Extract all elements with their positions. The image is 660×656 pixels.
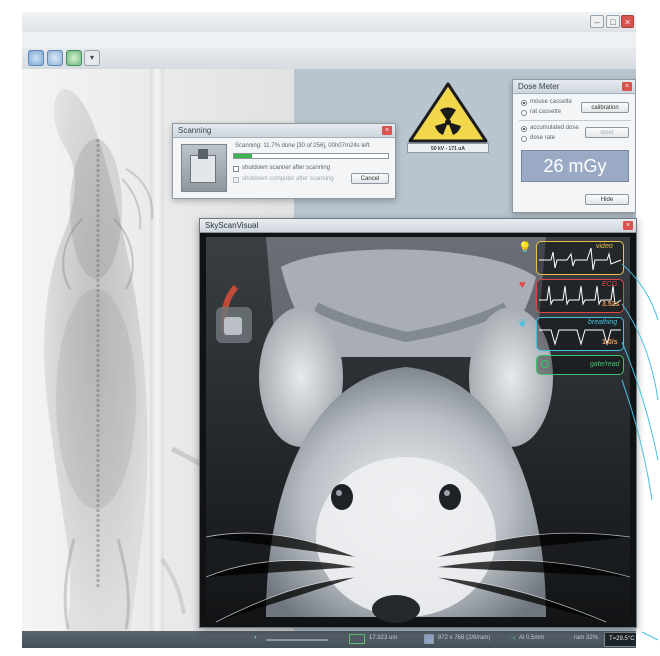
lungs-icon: ❦ (518, 318, 528, 330)
breathing-trace-label: breathing (588, 319, 618, 326)
viewer-title: SkyScanVisual (200, 219, 636, 233)
tube-settings-label: 50 kV - 171 uA (407, 143, 489, 153)
menu-bar (22, 32, 636, 48)
rat-cassette-label: rat cassette (530, 109, 562, 115)
cancel-button[interactable]: Cancel (351, 173, 389, 184)
scan-progress-dialog: Scanning × Scanning: 11.7% done [30 of 2… (172, 123, 396, 199)
radiation-hazard-icon (408, 82, 488, 143)
shutdown-scanner-checkbox[interactable] (233, 166, 239, 172)
scan-icon[interactable] (66, 50, 82, 66)
dialog-close-icon[interactable]: × (382, 126, 392, 135)
rat-cassette-radio[interactable] (521, 110, 527, 116)
maximize-button[interactable]: □ (606, 15, 620, 28)
dose-meter-dialog: Dose Meter × mouse cassette rat cassette… (512, 79, 636, 213)
matrix-icon (424, 634, 434, 644)
scan-progress-text: Scanning: 11.7% done [30 of 256], 00h07m… (235, 143, 370, 149)
connect-icon[interactable] (28, 50, 44, 66)
dialog-close-icon[interactable]: × (622, 82, 632, 91)
mouse-cassette-radio[interactable] (521, 100, 527, 106)
gate-status-icon (541, 360, 549, 368)
scan-progress-fill (234, 154, 253, 158)
close-button[interactable]: × (621, 15, 634, 28)
dialog-title: Dose Meter (513, 80, 635, 94)
minimize-button[interactable]: – (590, 15, 604, 28)
toolbar: ▾ (22, 47, 636, 70)
dropdown-chevron-icon[interactable]: ▾ (84, 50, 100, 66)
accumulated-dose-radio[interactable] (521, 126, 527, 132)
status-bar: ◐ 17.923 um 972 x 768 (2/8/ram) ⊣ Al 0.5… (22, 631, 636, 648)
mouse-video-feed: 💡 video ♥ ECG 3.52s ❦ breathing 1.0/s ga… (206, 237, 630, 623)
title-bar: – □ × (22, 12, 636, 33)
calibration-button[interactable]: calibration (581, 102, 629, 113)
gate-trace-label: gate/read (590, 361, 620, 368)
dialog-title: Scanning (173, 124, 395, 138)
ram-text: ram 32% (574, 635, 599, 641)
filter-text: Al 0.5mm (519, 635, 545, 641)
temperature-readout: T=29.5°C (604, 632, 636, 647)
zoom-slider[interactable] (266, 639, 328, 641)
zoom-icon[interactable]: ◐ (254, 635, 258, 641)
bulb-icon: 💡 (518, 242, 532, 254)
accumulated-dose-label: accumulated dose (530, 125, 579, 131)
scanner-thumbnail (181, 144, 227, 192)
hide-button[interactable]: Hide (585, 194, 629, 205)
video-trace-label: video (596, 243, 613, 250)
dose-rate-radio[interactable] (521, 136, 527, 142)
shutdown-scanner-label: shutdown scanner after scanning (242, 165, 331, 171)
heart-icon: ♥ (519, 279, 526, 291)
pixel-size-icon (349, 634, 365, 644)
dose-readout: 26 mGy (521, 150, 629, 182)
dose-rate-label: dose rate (530, 135, 556, 141)
mouse-cassette-label: mouse cassette (530, 99, 573, 105)
camera-icon[interactable] (47, 50, 63, 66)
matrix-text: 972 x 768 (2/8/ram) (438, 635, 491, 641)
video-viewer-window: SkyScanVisual × 💡 video ♥ ECG 3.52s ❦ br… (199, 218, 637, 628)
shutdown-computer-checkbox[interactable] (233, 177, 239, 183)
reset-button[interactable]: reset (585, 127, 629, 138)
dialog-divider (519, 120, 631, 121)
scan-progress-bar (233, 153, 389, 159)
breathing-trace-value: 1.0/s (602, 339, 618, 346)
ecg-trace-label: ECG (602, 281, 618, 288)
ecg-trace-value: 3.52s (602, 301, 620, 308)
radiation-warning: 50 kV - 171 uA (407, 81, 489, 163)
shutdown-computer-label: shutdown computer after scanning (242, 176, 334, 182)
viewer-close-icon[interactable]: × (623, 221, 633, 230)
filter-icon: ⊣ (510, 636, 516, 642)
pixel-size-text: 17.923 um (369, 635, 398, 641)
